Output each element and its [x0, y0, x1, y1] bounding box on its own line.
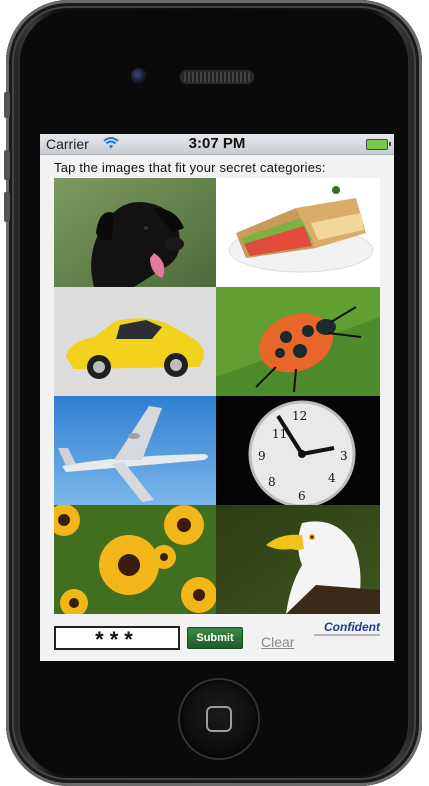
tile-clock[interactable]: 12 11 9 3 6 4 8	[216, 396, 380, 505]
dog-image	[54, 178, 216, 287]
mute-switch	[4, 92, 10, 118]
svg-text:8: 8	[268, 475, 276, 489]
flowers-image	[54, 505, 216, 614]
svg-text:6: 6	[298, 489, 306, 503]
image-grid: 12 11 9 3 6 4 8	[54, 178, 380, 614]
brand-underline	[314, 634, 380, 636]
front-camera-icon	[131, 68, 147, 84]
tile-flowers[interactable]	[54, 505, 216, 614]
sandwich-image	[216, 178, 380, 287]
status-bar: Carrier 3:07 PM	[40, 134, 394, 155]
car-image	[54, 287, 216, 396]
earpiece-speaker-icon	[180, 70, 254, 84]
tile-airplane[interactable]	[54, 396, 216, 505]
tile-beetle[interactable]	[216, 287, 380, 396]
submit-button[interactable]: Submit	[187, 627, 243, 649]
svg-text:3: 3	[340, 449, 348, 463]
status-time: 3:07 PM	[188, 135, 246, 152]
brand-logo: Confident	[324, 620, 380, 634]
volume-up-button	[4, 150, 10, 180]
app-screen: Carrier 3:07 PM Tap the images that fit …	[40, 134, 394, 661]
footer: *** Submit Clear Confident	[40, 620, 394, 658]
svg-text:12: 12	[292, 409, 307, 423]
passcode-field[interactable]: ***	[54, 626, 180, 652]
beetle-image	[216, 287, 380, 396]
instruction-text: Tap the images that fit your secret cate…	[54, 160, 326, 175]
svg-text:4: 4	[328, 471, 336, 485]
home-square-icon	[206, 706, 232, 732]
tile-sandwich[interactable]	[216, 178, 380, 287]
clear-link[interactable]: Clear	[261, 634, 294, 650]
eagle-image	[216, 505, 380, 614]
tile-car[interactable]	[54, 287, 216, 396]
volume-down-button	[4, 192, 10, 222]
battery-tip	[389, 142, 391, 146]
tile-dog[interactable]	[54, 178, 216, 287]
airplane-image	[54, 396, 216, 505]
clock-image: 12 11 9 3 6 4 8	[216, 396, 380, 505]
tile-eagle[interactable]	[216, 505, 380, 614]
svg-text:9: 9	[258, 449, 266, 463]
battery-icon	[366, 139, 388, 150]
home-button[interactable]	[180, 680, 258, 758]
